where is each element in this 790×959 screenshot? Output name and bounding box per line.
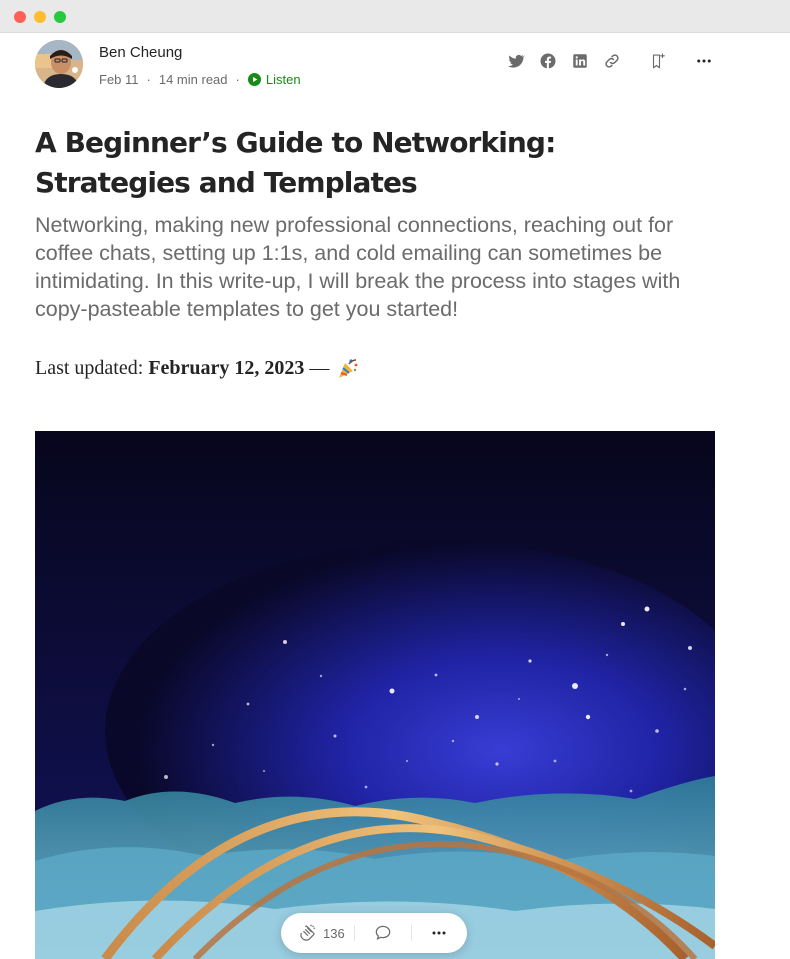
twitter-share-button[interactable] <box>505 50 527 72</box>
meta-separator: · <box>235 72 240 87</box>
author-name[interactable]: Ben Cheung <box>99 44 182 61</box>
share-actions <box>495 50 715 72</box>
last-updated-label: Last updated: <box>35 357 144 379</box>
link-icon <box>605 54 619 68</box>
facebook-icon <box>540 53 556 69</box>
clap-icon <box>300 924 316 941</box>
twitter-icon <box>507 54 525 68</box>
maximize-window-button[interactable] <box>54 11 66 23</box>
last-updated: Last updated: February 12, 2023 — <box>35 354 715 382</box>
linkedin-icon <box>573 54 587 68</box>
play-icon <box>247 73 261 86</box>
page-title: A Beginner’s Guide to Networking: Strate… <box>35 126 556 199</box>
minimize-window-button[interactable] <box>34 11 46 23</box>
window-chrome <box>0 0 790 33</box>
meta-separator: · <box>146 72 151 87</box>
copy-link-button[interactable] <box>601 50 623 72</box>
close-window-button[interactable] <box>14 11 26 23</box>
more-icon <box>432 931 446 935</box>
more-icon <box>697 59 711 63</box>
party-popper-icon <box>339 359 358 378</box>
more-options-button[interactable] <box>412 923 467 943</box>
last-updated-date: February 12, 2023 <box>148 357 305 379</box>
listen-label: Listen <box>265 72 301 87</box>
facebook-share-button[interactable] <box>537 50 559 72</box>
post-subtitle: Networking, making new professional conn… <box>35 213 681 321</box>
read-time: 14 min read <box>158 72 228 87</box>
clap-button[interactable]: 136 <box>281 922 354 944</box>
bookmark-add-icon <box>652 53 665 69</box>
listen-button[interactable]: Listen <box>247 72 301 87</box>
last-updated-dash: — <box>309 357 330 379</box>
post-meta: Feb 11 · 14 min read · Listen <box>99 72 301 87</box>
hero-image <box>35 431 715 959</box>
post-date: Feb 11 <box>99 72 139 87</box>
author-row: Ben Cheung Feb 11 · 14 min read · Listen <box>35 40 715 90</box>
comment-icon <box>375 925 391 941</box>
comment-button[interactable] <box>355 923 410 943</box>
clap-count: 136 <box>323 925 345 941</box>
floating-action-bar: 136 <box>281 913 467 953</box>
bookmark-button[interactable] <box>647 50 669 72</box>
linkedin-share-button[interactable] <box>569 50 591 72</box>
avatar[interactable] <box>35 40 83 88</box>
more-actions-button[interactable] <box>693 50 715 72</box>
